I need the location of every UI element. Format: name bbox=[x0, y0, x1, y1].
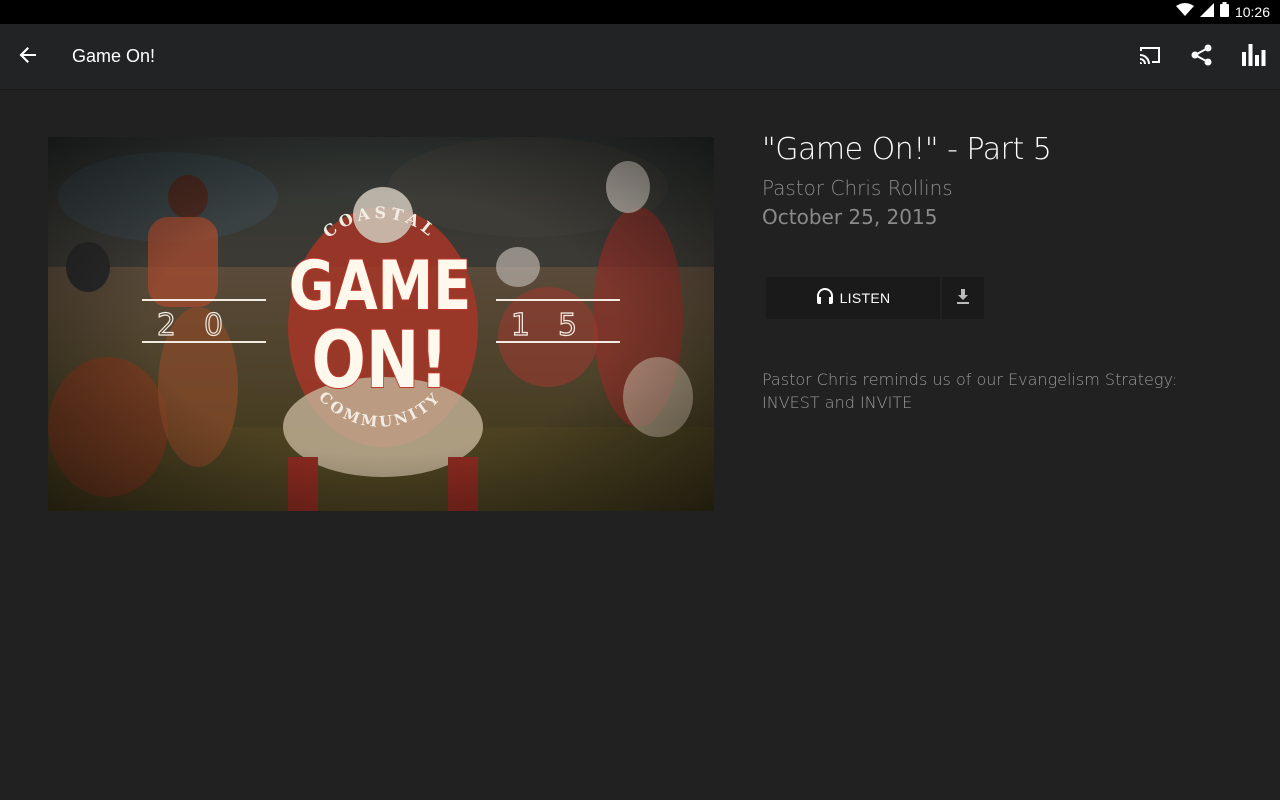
signal-icon bbox=[1199, 2, 1214, 22]
back-button[interactable] bbox=[12, 41, 44, 73]
stats-button[interactable] bbox=[1228, 31, 1280, 83]
wifi-icon bbox=[1175, 2, 1194, 22]
headphones-icon bbox=[816, 287, 834, 310]
app-bar-title: Game On! bbox=[72, 46, 156, 66]
episode-details: "Game On!" - Part 5 Pastor Chris Rollins… bbox=[762, 130, 1242, 232]
episode-speaker: Pastor Chris Rollins bbox=[762, 176, 953, 200]
status-icons: 10:26 bbox=[1175, 0, 1270, 24]
app-bar: Game On! bbox=[0, 24, 1280, 90]
stats-icon bbox=[1242, 43, 1266, 71]
app-bar-actions bbox=[1124, 24, 1280, 90]
arrow-back-icon bbox=[19, 46, 37, 69]
share-button[interactable] bbox=[1176, 31, 1228, 83]
status-time: 10:26 bbox=[1234, 4, 1270, 20]
artwork-year-right: 15 bbox=[511, 308, 605, 343]
action-buttons: LISTEN bbox=[766, 277, 984, 319]
cast-icon bbox=[1138, 45, 1162, 70]
share-icon bbox=[1190, 43, 1214, 72]
status-bar: 10:26 bbox=[0, 0, 1280, 24]
listen-button[interactable]: LISTEN bbox=[766, 277, 940, 319]
episode-description: Pastor Chris reminds us of our Evangelis… bbox=[762, 370, 1178, 412]
sermon-artwork: COASTAL GAME ON! 20 15 COMMUNITY bbox=[48, 137, 714, 511]
episode-date: October 25, 2015 bbox=[762, 205, 938, 229]
cast-button[interactable] bbox=[1124, 31, 1176, 83]
episode-title: "Game On!" - Part 5 bbox=[762, 132, 1052, 167]
download-button[interactable] bbox=[942, 277, 984, 319]
battery-icon bbox=[1219, 2, 1229, 22]
artwork-title-line1: GAME bbox=[289, 246, 471, 326]
download-icon bbox=[955, 288, 971, 309]
listen-label: LISTEN bbox=[839, 290, 891, 306]
artwork-year-left: 20 bbox=[157, 308, 251, 343]
